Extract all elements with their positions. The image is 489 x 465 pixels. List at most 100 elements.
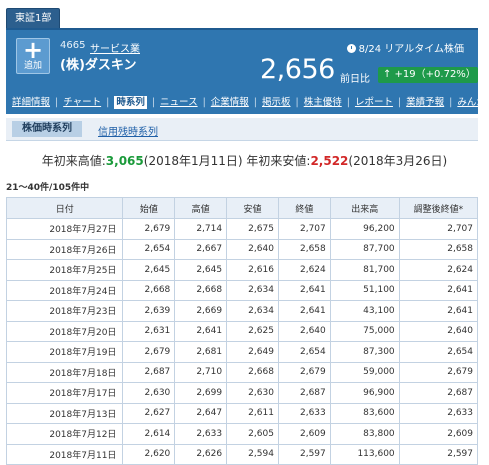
table-cell: 2,605 xyxy=(226,423,279,445)
table-cell: 2,647 xyxy=(174,402,228,424)
table-cell: 2,687 xyxy=(122,361,176,383)
table-cell: 2,679 xyxy=(398,361,479,383)
subtabs: 株価時系列 信用残時系列 xyxy=(6,118,478,141)
table-cell: 2018年7月26日 xyxy=(5,238,124,260)
add-portfolio-button[interactable]: + 追加 xyxy=(16,38,50,74)
table-cell: 2,658 xyxy=(398,238,479,260)
nav-separator: | xyxy=(449,97,453,108)
table-cell: 2018年7月13日 xyxy=(5,402,124,424)
column-header[interactable]: 始値 xyxy=(122,197,176,219)
table-cell: 2,654 xyxy=(122,238,176,260)
market-tab[interactable]: 東証1部 xyxy=(6,8,61,29)
table-cell: 2,633 xyxy=(398,402,479,424)
table-cell: 2,614 xyxy=(122,423,176,445)
nav-separator: | xyxy=(202,97,206,108)
table-cell: 2,609 xyxy=(398,423,479,445)
nav-separator: | xyxy=(151,97,156,108)
table-cell: 2,645 xyxy=(122,259,176,281)
table-cell: 2,658 xyxy=(277,238,331,260)
nav-item[interactable]: レポート xyxy=(355,97,393,108)
ytd-low-value: 2,522 xyxy=(310,154,349,168)
table-cell: 2,633 xyxy=(174,423,228,445)
table-cell: 2,668 xyxy=(174,279,228,301)
table-cell: 2,687 xyxy=(277,382,331,404)
table-row: 2018年7月23日 2,639 2,669 2,634 2,641 43,100 2,64… xyxy=(5,300,479,322)
nav-separator: | xyxy=(106,97,110,108)
nav-separator: | xyxy=(55,97,59,108)
table-header-row: 日付 始値 高値 安値 終値 出来高 調整後終値* xyxy=(5,197,479,219)
table-cell: 2018年7月11日 xyxy=(5,443,124,465)
table-cell: 51,100 xyxy=(329,279,400,301)
table-cell: 2,620 xyxy=(122,443,176,465)
table-cell: 2018年7月19日 xyxy=(5,341,124,363)
nav-item[interactable]: 詳細情報 xyxy=(12,97,50,108)
ytd-range: 年初来高値:3,065(2018年1月11日) 年初来安値:2,522(2018… xyxy=(0,152,489,169)
column-header[interactable]: 調整後終値* xyxy=(398,197,479,219)
table-cell: 2018年7月18日 xyxy=(5,361,124,383)
table-cell: 2,630 xyxy=(226,382,279,404)
ytd-high-date: (2018年1月11日) xyxy=(143,154,243,168)
ytd-low-date: (2018年3月26日) xyxy=(348,154,448,168)
column-header[interactable]: 出来高 xyxy=(329,197,400,219)
nav-item[interactable]: 株主優待 xyxy=(304,97,342,108)
table-cell: 96,900 xyxy=(329,382,400,404)
table-cell: 2,634 xyxy=(226,279,279,301)
nav-separator: | xyxy=(346,97,350,108)
table-cell: 2,645 xyxy=(174,259,228,281)
nav-item[interactable]: 企業情報 xyxy=(211,97,249,108)
table-cell: 83,800 xyxy=(329,423,400,445)
table-cell: 2,634 xyxy=(226,300,279,322)
column-header[interactable]: 日付 xyxy=(5,197,124,219)
table-cell: 2,611 xyxy=(226,402,279,424)
table-cell: 2,679 xyxy=(122,341,176,363)
table-cell: 2,640 xyxy=(226,238,279,260)
table-cell: 2,710 xyxy=(174,361,228,383)
stock-code: 4665 xyxy=(60,40,86,51)
table-cell: 2,641 xyxy=(398,300,479,322)
price-history-table: 日付 始値 高値 安値 終値 出来高 調整後終値* 2018年7月27日 2,679 2,714… xyxy=(5,197,479,465)
nav-item[interactable]: 業績予報 xyxy=(406,97,444,108)
table-cell: 59,000 xyxy=(329,361,400,383)
table-cell: 2,707 xyxy=(277,218,331,240)
nav-item[interactable]: 掲示板 xyxy=(262,97,291,108)
table-cell: 2,654 xyxy=(277,341,331,363)
table-cell: 2,699 xyxy=(174,382,228,404)
table-cell: 2018年7月24日 xyxy=(5,279,124,301)
table-cell: 2,640 xyxy=(277,320,331,342)
table-cell: 2018年7月20日 xyxy=(5,320,124,342)
column-header[interactable]: 安値 xyxy=(226,197,279,219)
tab-margin-history[interactable]: 信用残時系列 xyxy=(98,123,158,138)
column-header[interactable]: 終値 xyxy=(277,197,331,219)
table-cell: 2,624 xyxy=(277,259,331,281)
nav-separator: | xyxy=(253,97,257,108)
table-cell: 2,654 xyxy=(398,341,479,363)
table-row: 2018年7月27日 2,679 2,714 2,675 2,707 96,200 2,70… xyxy=(5,218,479,240)
nav-item[interactable]: みんかぶ xyxy=(457,97,489,108)
table-cell: 2,641 xyxy=(277,279,331,301)
current-price: 2,656 xyxy=(260,54,335,85)
table-cell: 96,200 xyxy=(329,218,400,240)
table-cell: 2018年7月12日 xyxy=(5,423,124,445)
table-row: 2018年7月17日 2,630 2,699 2,630 2,687 96,900 2,68… xyxy=(5,382,479,404)
table-cell: 2,667 xyxy=(174,238,228,260)
table-cell: 2,641 xyxy=(277,300,331,322)
stock-header: + 追加 4665 サービス業 (株)ダスキン 8/24 リアルタイム株価 2,… xyxy=(6,28,489,114)
table-cell: 2,631 xyxy=(122,320,176,342)
nav-item[interactable]: ニュース xyxy=(160,97,198,108)
plus-icon: + xyxy=(22,36,44,64)
company-name: (株)ダスキン xyxy=(60,58,137,73)
table-cell: 2,679 xyxy=(277,361,331,383)
table-cell: 2,679 xyxy=(122,218,176,240)
table-cell: 2,597 xyxy=(398,443,479,465)
table-cell: 113,600 xyxy=(329,443,400,465)
nav-item[interactable]: チャート xyxy=(63,97,101,108)
column-header[interactable]: 高値 xyxy=(174,197,228,219)
ytd-high-value: 3,065 xyxy=(105,154,144,168)
table-row: 2018年7月20日 2,631 2,641 2,625 2,640 75,000 2,64… xyxy=(5,320,479,342)
nav-item[interactable]: 時系列 xyxy=(114,96,147,109)
tab-price-history[interactable]: 株価時系列 xyxy=(12,121,82,137)
table-cell: 2,707 xyxy=(398,218,479,240)
table-cell: 2,597 xyxy=(277,443,331,465)
table-cell: 2,687 xyxy=(398,382,479,404)
industry-link[interactable]: サービス業 xyxy=(90,40,140,55)
